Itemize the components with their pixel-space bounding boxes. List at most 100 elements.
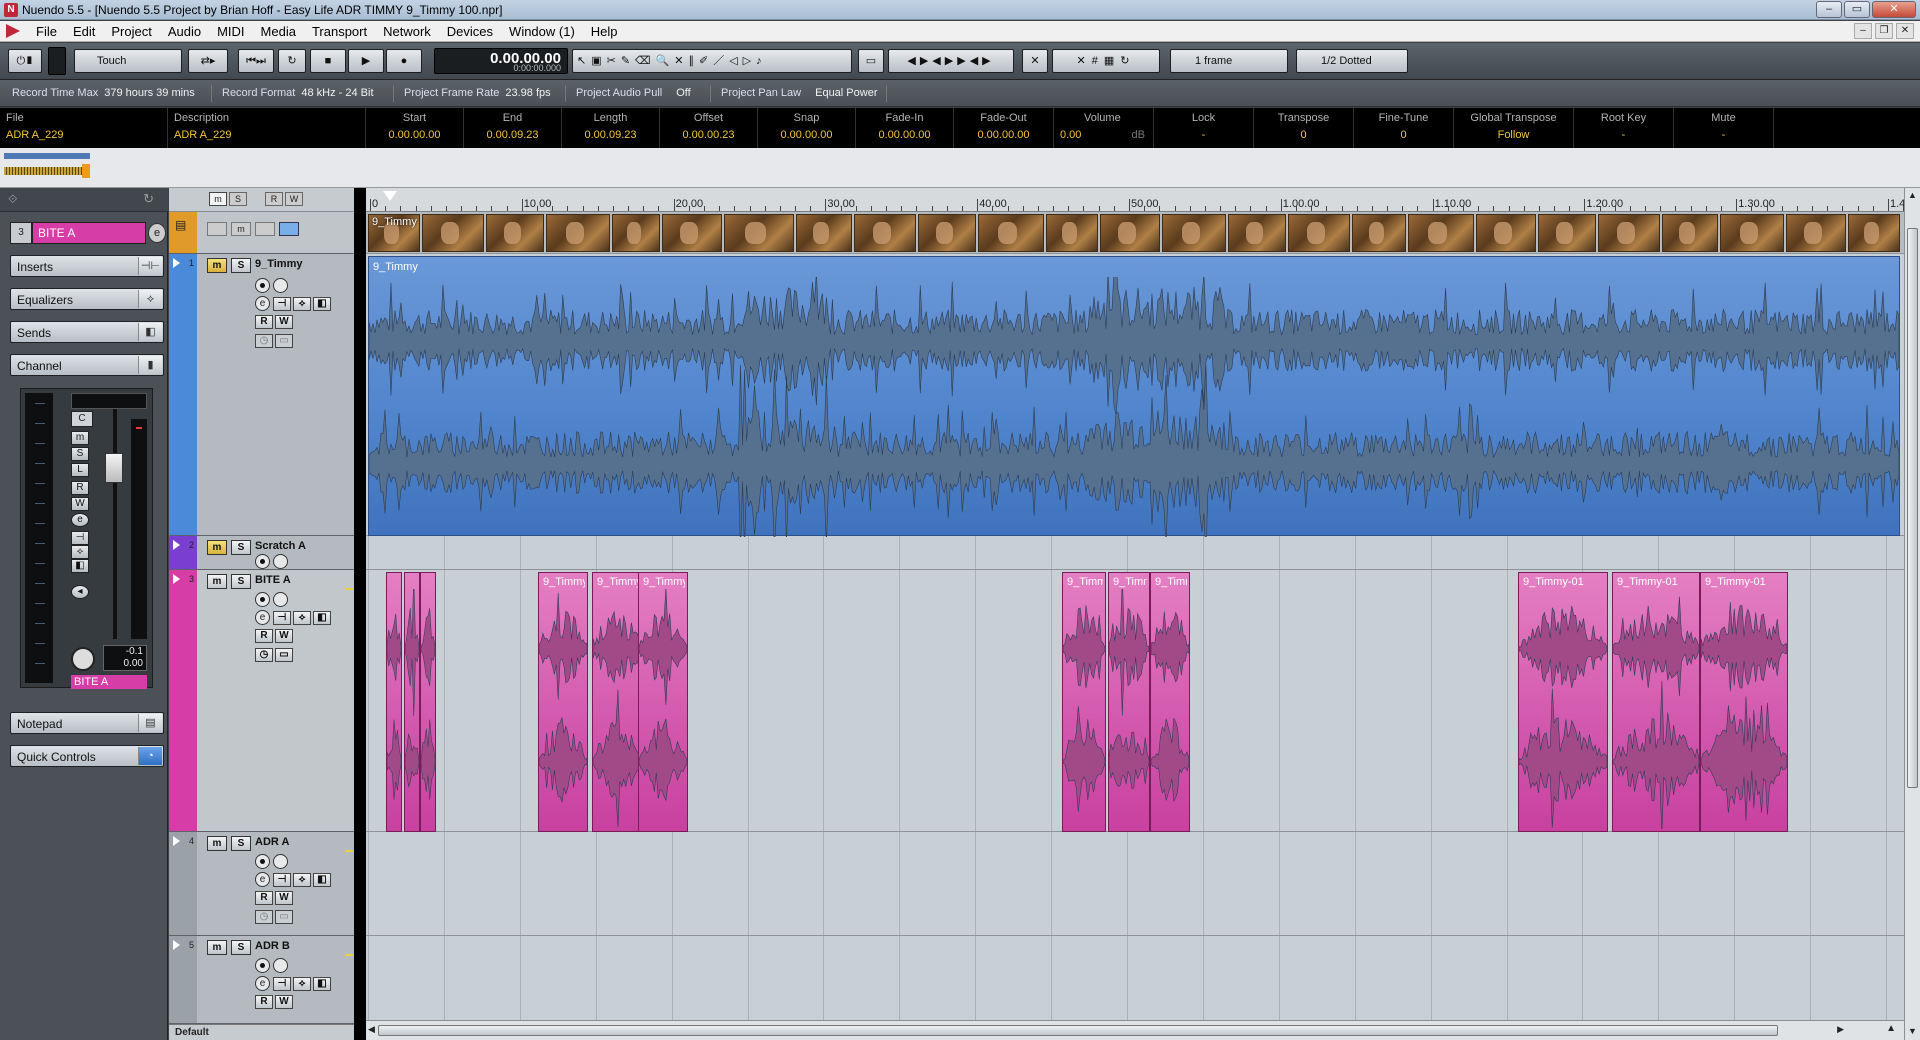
vertical-scroll-thumb[interactable]	[1907, 228, 1918, 788]
video-lock-button[interactable]	[255, 222, 275, 236]
channel-edit-button[interactable]: e	[71, 513, 89, 527]
insert-bypass-button[interactable]: ⊣	[273, 611, 291, 625]
monitor-button[interactable]	[273, 278, 288, 293]
record-enable-button[interactable]	[255, 278, 270, 293]
expand-arrow-icon[interactable]	[173, 258, 180, 268]
zoom-slider-icon[interactable]: ▲	[1886, 1023, 1896, 1034]
lock-icon[interactable]: ▭	[275, 910, 293, 924]
video-thumbnail-toggle[interactable]	[207, 222, 227, 236]
global-solo-icon[interactable]: S	[229, 192, 247, 206]
menu-midi[interactable]: MIDI	[209, 21, 252, 42]
send-bypass-button[interactable]: ◧	[71, 559, 89, 573]
inspector-section-sends[interactable]: Sends ◧	[10, 321, 164, 343]
write-button[interactable]: W	[275, 891, 293, 905]
record-enable-button[interactable]	[255, 958, 270, 973]
eq-bypass-button[interactable]: ⟡	[71, 545, 89, 559]
rewind-to-start-button[interactable]: ⏮⏭	[238, 49, 274, 73]
inspector-section-channel[interactable]: Channel ▮	[10, 354, 164, 376]
channel-write-button[interactable]: W	[71, 497, 89, 511]
audio-event-bite-a[interactable]: 9_Timmy	[538, 572, 588, 832]
write-button[interactable]: W	[275, 315, 293, 329]
insert-bypass-button[interactable]: ⊣	[273, 977, 291, 991]
inspector-section-equalizers[interactable]: Equalizers ⟡	[10, 288, 164, 310]
solo-button[interactable]: S	[231, 258, 251, 273]
project-audio-pull[interactable]: Project Audio Pull Off	[576, 87, 691, 99]
menu-transport[interactable]: Transport	[304, 21, 375, 42]
timebase-icon[interactable]: ◷	[255, 910, 273, 924]
mute-button[interactable]: m	[207, 940, 227, 955]
edit-channel-button[interactable]: e	[255, 976, 270, 991]
menu-audio[interactable]: Audio	[160, 21, 209, 42]
send-bypass-button[interactable]: ◧	[313, 611, 331, 625]
info-file[interactable]: File ADR A_229	[0, 108, 168, 148]
track-name[interactable]: ADR B	[255, 940, 290, 952]
info-transpose[interactable]: Transpose 0	[1254, 108, 1354, 148]
edit-channel-button[interactable]: e	[255, 872, 270, 887]
grid-buttons[interactable]: ✕#▦↻	[1052, 49, 1160, 73]
eq-bypass-icon[interactable]: ⟡	[138, 290, 162, 308]
volume-readout[interactable]: -0.1 0.00	[103, 645, 147, 671]
info-snap[interactable]: Snap 0.00.00.00	[758, 108, 856, 148]
audio-event-bite-a[interactable]: 9_Timm	[1062, 572, 1106, 832]
menu-file[interactable]: File	[28, 21, 65, 42]
inspector-track-name-field[interactable]: BITE A	[32, 222, 146, 244]
menu-media[interactable]: Media	[253, 21, 304, 42]
timeline-ruler[interactable]: 0 10.00 20.00 30.00 40.00 50.00 1.00.00 1.10.00…	[366, 188, 1920, 212]
audio-event-bite-a[interactable]	[404, 572, 420, 832]
monitor-button[interactable]	[273, 592, 288, 607]
pan-slider[interactable]	[71, 393, 147, 409]
audio-event-bite-a[interactable]	[386, 572, 402, 832]
track-adr-a[interactable]: 4 m S ADR A e ⊣ ⟡ ◧ R W ◷ ▭	[169, 832, 354, 936]
global-write-icon[interactable]: W	[285, 192, 303, 206]
snap-grid-select[interactable]: 1/2 Dotted	[1296, 49, 1408, 73]
video-frames-button[interactable]	[279, 222, 299, 236]
mute-button[interactable]: m	[207, 540, 227, 555]
color-button[interactable]: ▭	[858, 49, 884, 73]
record-enable-button[interactable]	[255, 854, 270, 869]
read-button[interactable]: R	[255, 995, 273, 1009]
menu-project[interactable]: Project	[103, 21, 159, 42]
tool-buttons[interactable]: ↖▣✂✎⌫🔍✕∥✐／◁▷♪	[572, 49, 852, 73]
solo-button[interactable]: S	[231, 574, 251, 589]
track-name[interactable]: BITE A	[255, 574, 291, 586]
scroll-right-icon[interactable]: ▶	[1837, 1024, 1844, 1035]
solo-button[interactable]: S	[231, 836, 251, 851]
project-frame-rate[interactable]: Project Frame Rate 23.98 fps	[404, 87, 551, 99]
record-enable-button[interactable]	[255, 554, 270, 569]
inserts-bypass-icon[interactable]: ⊣⊢	[138, 257, 162, 275]
record-format[interactable]: Record Format 48 kHz - 24 Bit	[222, 87, 374, 99]
audio-event-bite-a[interactable]: 9_Timmy-01	[1700, 572, 1788, 832]
horizontal-scroll-thumb[interactable]	[378, 1025, 1778, 1036]
channel-listen-button[interactable]: L	[71, 463, 89, 477]
audio-event-bite-a[interactable]: 9_Timm	[1150, 572, 1190, 832]
inspector-section-notepad[interactable]: Notepad ▤	[10, 712, 164, 734]
write-button[interactable]: W	[275, 629, 293, 643]
record-enable-button[interactable]	[255, 592, 270, 607]
project-cursor-icon[interactable]	[383, 191, 397, 201]
inspector-settings-icon[interactable]: ⟐	[8, 192, 17, 207]
maximize-button[interactable]: ▭	[1844, 1, 1870, 18]
send-bypass-button[interactable]: ◧	[313, 297, 331, 311]
read-button[interactable]: R	[255, 629, 273, 643]
track-adr-b[interactable]: 5 m S ADR B e ⊣ ⟡ ◧ R W	[169, 936, 354, 1024]
mdi-minimize-button[interactable]: –	[1854, 23, 1872, 39]
timebase-icon[interactable]: ◷	[255, 334, 273, 348]
expand-arrow-icon[interactable]	[173, 540, 180, 550]
menu-devices[interactable]: Devices	[439, 21, 501, 42]
read-button[interactable]: R	[255, 315, 273, 329]
monitor-button[interactable]: ◂	[71, 585, 89, 599]
notepad-icon[interactable]: ▤	[138, 714, 162, 732]
autoscroll-button[interactable]: ⇄▸	[188, 49, 228, 73]
overview-line[interactable]	[0, 148, 1920, 188]
edit-channel-button[interactable]: e	[148, 223, 166, 243]
activate-project-button[interactable]: ⏻▮	[8, 49, 42, 73]
channel-meter-icon[interactable]: ▮	[138, 356, 162, 374]
insert-bypass-button[interactable]: ⊣	[273, 873, 291, 887]
track-scratch-a[interactable]: 2 m S Scratch A	[169, 536, 354, 570]
info-offset[interactable]: Offset 0.00.00.23	[660, 108, 758, 148]
track-name[interactable]: ADR A	[255, 836, 289, 848]
quick-controls-icon[interactable]: ◔	[138, 747, 162, 765]
audio-event-bite-a[interactable]: 9_Timmy-01	[1518, 572, 1608, 832]
expand-arrow-icon[interactable]	[173, 574, 180, 584]
event-display[interactable]: 9_Timmy 9_Timmy 9_Timmy 9_Timmy 9_Timmy 9_T…	[366, 212, 1904, 1020]
